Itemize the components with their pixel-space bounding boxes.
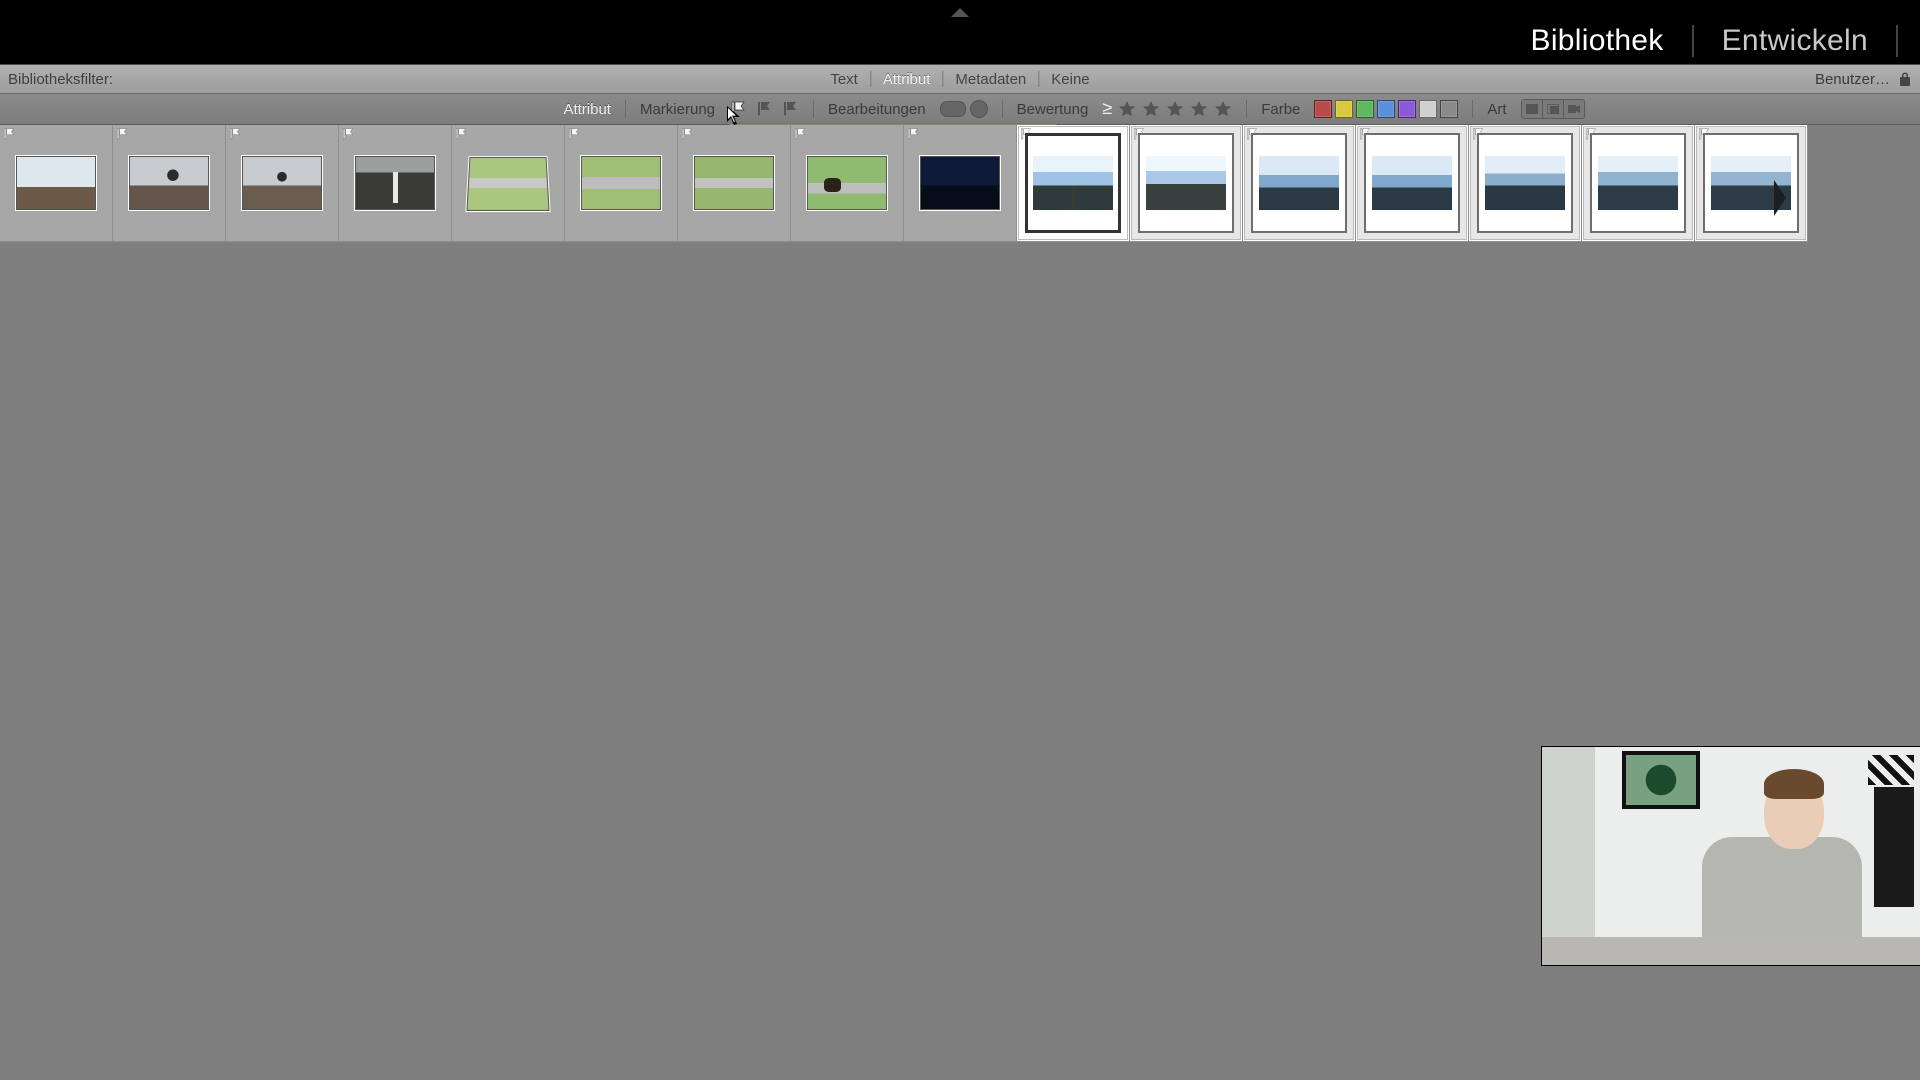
edits-filter-group bbox=[940, 100, 988, 118]
thumbnail-cell[interactable] bbox=[339, 125, 452, 242]
thumbnail-image bbox=[1033, 156, 1113, 210]
module-tabs: Bibliothek Entwickeln bbox=[1531, 24, 1898, 58]
rating-filter-group: ≥ bbox=[1102, 99, 1232, 120]
rating-star-4[interactable] bbox=[1190, 100, 1208, 118]
kind-filter-label: Art bbox=[1487, 101, 1506, 118]
color-filter-label: Farbe bbox=[1261, 101, 1300, 118]
thumbnail-cell[interactable] bbox=[1017, 125, 1130, 242]
thumbnail-flag-icon[interactable] bbox=[341, 127, 355, 141]
top-bar: Bibliothek Entwickeln bbox=[0, 0, 1920, 64]
thumbnail-image bbox=[242, 156, 322, 210]
attr-separator bbox=[813, 100, 814, 118]
rating-star-1[interactable] bbox=[1118, 100, 1136, 118]
thumbnail-flag-icon[interactable] bbox=[680, 127, 694, 141]
attribute-filter-bar: Attribut Markierung Nach Markierungsstat… bbox=[0, 94, 1920, 125]
reveal-panel-triangle-icon[interactable] bbox=[951, 8, 969, 17]
thumbnail-image bbox=[355, 156, 435, 210]
flag-filter-label: Markierung bbox=[640, 101, 715, 118]
thumbnail-cell[interactable] bbox=[1582, 125, 1695, 242]
thumbnail-image bbox=[129, 156, 209, 210]
filter-lock-icon[interactable] bbox=[1898, 71, 1912, 87]
attr-separator bbox=[1246, 100, 1247, 118]
thumbnail-image bbox=[16, 156, 96, 210]
thumbnail-image bbox=[1259, 156, 1339, 210]
rating-star-3[interactable] bbox=[1166, 100, 1184, 118]
thumbnail-cell[interactable] bbox=[1356, 125, 1469, 242]
thumbnail-cell[interactable] bbox=[452, 125, 565, 242]
kind-virtualcopy-toggle[interactable] bbox=[1543, 100, 1564, 118]
thumbnail-image bbox=[1372, 156, 1452, 210]
thumbnail-row bbox=[0, 125, 1920, 242]
color-swatch-0[interactable] bbox=[1314, 100, 1332, 118]
thumbnail-cell[interactable] bbox=[791, 125, 904, 242]
flag-rejected-icon[interactable] bbox=[781, 100, 799, 118]
kind-master-toggle[interactable] bbox=[1522, 100, 1543, 118]
filter-tabs: Text Attribut Metadaten Keine bbox=[818, 65, 1101, 93]
kind-filter-group bbox=[1521, 99, 1585, 119]
thumbnail-image bbox=[807, 156, 887, 210]
rating-star-2[interactable] bbox=[1142, 100, 1160, 118]
thumbnail-flag-icon[interactable] bbox=[906, 127, 920, 141]
thumbnail-flag-icon[interactable] bbox=[115, 127, 129, 141]
thumbnail-flag-icon[interactable] bbox=[793, 127, 807, 141]
color-filter-group bbox=[1314, 100, 1458, 118]
filter-preset-dropdown[interactable]: Benutzer… bbox=[1815, 71, 1890, 88]
module-separator bbox=[1692, 25, 1694, 57]
attr-separator bbox=[1002, 100, 1003, 118]
flag-filter-group: Nach Markierungsstatus (Nur markierte) f… bbox=[729, 100, 799, 118]
flag-unflagged-icon[interactable] bbox=[755, 100, 773, 118]
thumbnail-cell[interactable] bbox=[0, 125, 113, 242]
kind-video-toggle[interactable] bbox=[1564, 100, 1584, 118]
thumbnail-cell[interactable] bbox=[1469, 125, 1582, 242]
thumbnail-flag-icon[interactable] bbox=[454, 127, 468, 141]
attr-separator bbox=[625, 100, 626, 118]
thumbnail-image bbox=[1598, 156, 1678, 210]
module-tab-library[interactable]: Bibliothek bbox=[1531, 24, 1664, 58]
rating-star-5[interactable] bbox=[1214, 100, 1232, 118]
filter-tab-none[interactable]: Keine bbox=[1039, 65, 1101, 93]
thumbnail-cell[interactable] bbox=[904, 125, 1017, 242]
color-swatch-5[interactable] bbox=[1419, 100, 1437, 118]
library-filter-label: Bibliotheksfilter: bbox=[0, 71, 113, 88]
library-filter-bar: Bibliotheksfilter: Text Attribut Metadat… bbox=[0, 64, 1920, 94]
filter-tab-metadata[interactable]: Metadaten bbox=[943, 65, 1038, 93]
thumbnail-flag-icon[interactable] bbox=[2, 127, 16, 141]
thumbnail-image bbox=[466, 157, 549, 211]
thumbnail-flag-icon[interactable] bbox=[567, 127, 581, 141]
color-swatch-4[interactable] bbox=[1398, 100, 1416, 118]
edits-filter-label: Bearbeitungen bbox=[828, 101, 926, 118]
rating-operator-button[interactable]: ≥ bbox=[1102, 98, 1112, 119]
color-swatch-2[interactable] bbox=[1356, 100, 1374, 118]
color-swatch-6[interactable] bbox=[1440, 100, 1458, 118]
thumbnail-image bbox=[1485, 156, 1565, 210]
thumbnail-image bbox=[1711, 156, 1791, 210]
color-swatch-1[interactable] bbox=[1335, 100, 1353, 118]
thumbnail-cell[interactable] bbox=[113, 125, 226, 242]
edits-edited-toggle[interactable] bbox=[940, 101, 966, 117]
thumbnail-flag-icon[interactable] bbox=[228, 127, 242, 141]
thumbnail-image bbox=[920, 156, 1000, 210]
thumbnail-image bbox=[694, 156, 774, 210]
module-tab-develop[interactable]: Entwickeln bbox=[1722, 24, 1868, 58]
thumbnail-image bbox=[581, 156, 661, 210]
webcam-overlay bbox=[1542, 747, 1920, 965]
thumbnail-cell[interactable] bbox=[226, 125, 339, 242]
rating-filter-label: Bewertung bbox=[1017, 101, 1089, 118]
grid-view[interactable] bbox=[0, 125, 1920, 1080]
filter-tab-attribute[interactable]: Attribut bbox=[871, 65, 943, 93]
attr-separator bbox=[1472, 100, 1473, 118]
edits-unedited-toggle[interactable] bbox=[970, 100, 988, 118]
thumbnail-cell[interactable] bbox=[1243, 125, 1356, 242]
thumbnail-cell[interactable] bbox=[678, 125, 791, 242]
filter-tab-text[interactable]: Text bbox=[818, 65, 870, 93]
attribute-section-label: Attribut bbox=[563, 101, 611, 118]
thumbnail-image bbox=[1146, 156, 1226, 210]
thumbnail-cell[interactable] bbox=[565, 125, 678, 242]
thumbnail-cell[interactable] bbox=[1130, 125, 1243, 242]
module-separator bbox=[1896, 25, 1898, 57]
thumbnail-cell[interactable] bbox=[1695, 125, 1808, 242]
color-swatch-3[interactable] bbox=[1377, 100, 1395, 118]
